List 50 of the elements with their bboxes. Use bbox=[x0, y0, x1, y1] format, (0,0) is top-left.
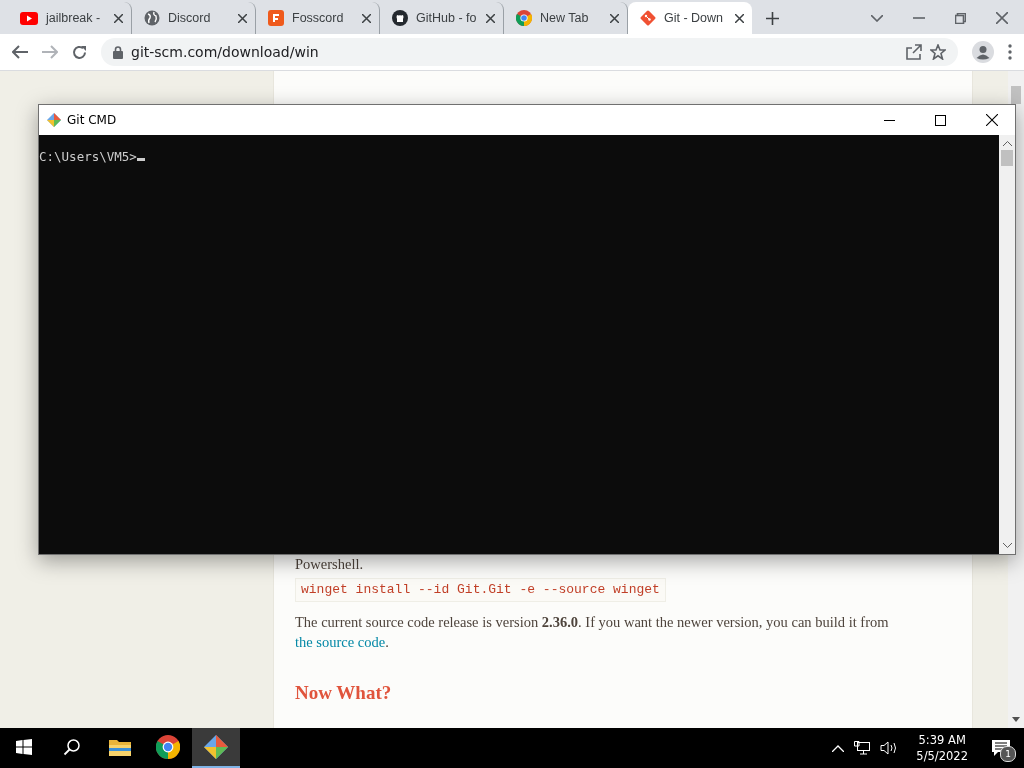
cursor bbox=[136, 158, 145, 161]
section-heading: Now What? bbox=[295, 682, 393, 704]
new-tab-icon[interactable] bbox=[766, 12, 779, 25]
more-icon[interactable] bbox=[1008, 44, 1012, 60]
terminal-line: C:\Users\VM5> bbox=[39, 149, 999, 164]
star-icon[interactable] bbox=[930, 44, 946, 60]
github-icon bbox=[392, 10, 408, 26]
lock-icon bbox=[113, 45, 123, 59]
notifications-button[interactable]: 1 bbox=[986, 733, 1016, 763]
close-icon[interactable] bbox=[986, 114, 998, 126]
address-bar[interactable]: git-scm.com/download/win bbox=[101, 38, 958, 66]
scroll-down-icon[interactable] bbox=[1012, 717, 1020, 722]
body-text: The current source code release is version 2.36.0. If you want the newer version, you can build it from the source code. bbox=[295, 613, 890, 652]
browser-tab[interactable]: Git - Down bbox=[628, 2, 752, 34]
folder-icon bbox=[109, 738, 131, 756]
close-icon[interactable] bbox=[486, 13, 495, 23]
window-title: Git CMD bbox=[67, 113, 118, 127]
globe-icon bbox=[144, 10, 160, 26]
close-icon[interactable] bbox=[238, 13, 247, 23]
close-icon[interactable] bbox=[362, 13, 371, 23]
chrome-icon bbox=[156, 735, 180, 759]
clock[interactable]: 5:39 AM 5/5/2022 bbox=[908, 732, 976, 764]
notification-count: 1 bbox=[1000, 746, 1016, 762]
close-icon[interactable] bbox=[610, 13, 619, 23]
body-text: Powershell. bbox=[295, 555, 365, 574]
chrome-icon bbox=[516, 10, 532, 26]
git-logo-icon bbox=[640, 10, 656, 26]
share-icon[interactable] bbox=[906, 44, 922, 60]
back-icon[interactable] bbox=[12, 45, 28, 59]
close-icon[interactable] bbox=[114, 13, 123, 23]
diamond-icon bbox=[47, 113, 61, 127]
reload-icon[interactable] bbox=[72, 44, 87, 60]
profile-icon[interactable] bbox=[972, 41, 994, 63]
close-icon[interactable] bbox=[735, 13, 744, 23]
restore-icon[interactable] bbox=[955, 12, 966, 24]
chevron-down-icon[interactable] bbox=[1002, 543, 1012, 548]
scroll-thumb[interactable] bbox=[1011, 86, 1021, 104]
diamond-icon bbox=[204, 735, 228, 759]
windows-icon bbox=[16, 739, 32, 755]
volume-icon[interactable] bbox=[880, 741, 899, 755]
taskbar-button[interactable] bbox=[192, 728, 240, 768]
chevron-down-icon[interactable] bbox=[871, 14, 883, 22]
search-icon bbox=[63, 738, 81, 756]
maximize-icon[interactable] bbox=[935, 114, 946, 126]
fosscord-icon bbox=[268, 10, 284, 26]
minimize-icon[interactable] bbox=[884, 119, 895, 121]
code-snippet: winget install --id Git.Git -e --source winget bbox=[295, 578, 666, 602]
play-icon bbox=[20, 11, 38, 25]
scroll-thumb[interactable] bbox=[1001, 150, 1013, 166]
network-icon[interactable] bbox=[854, 741, 871, 755]
